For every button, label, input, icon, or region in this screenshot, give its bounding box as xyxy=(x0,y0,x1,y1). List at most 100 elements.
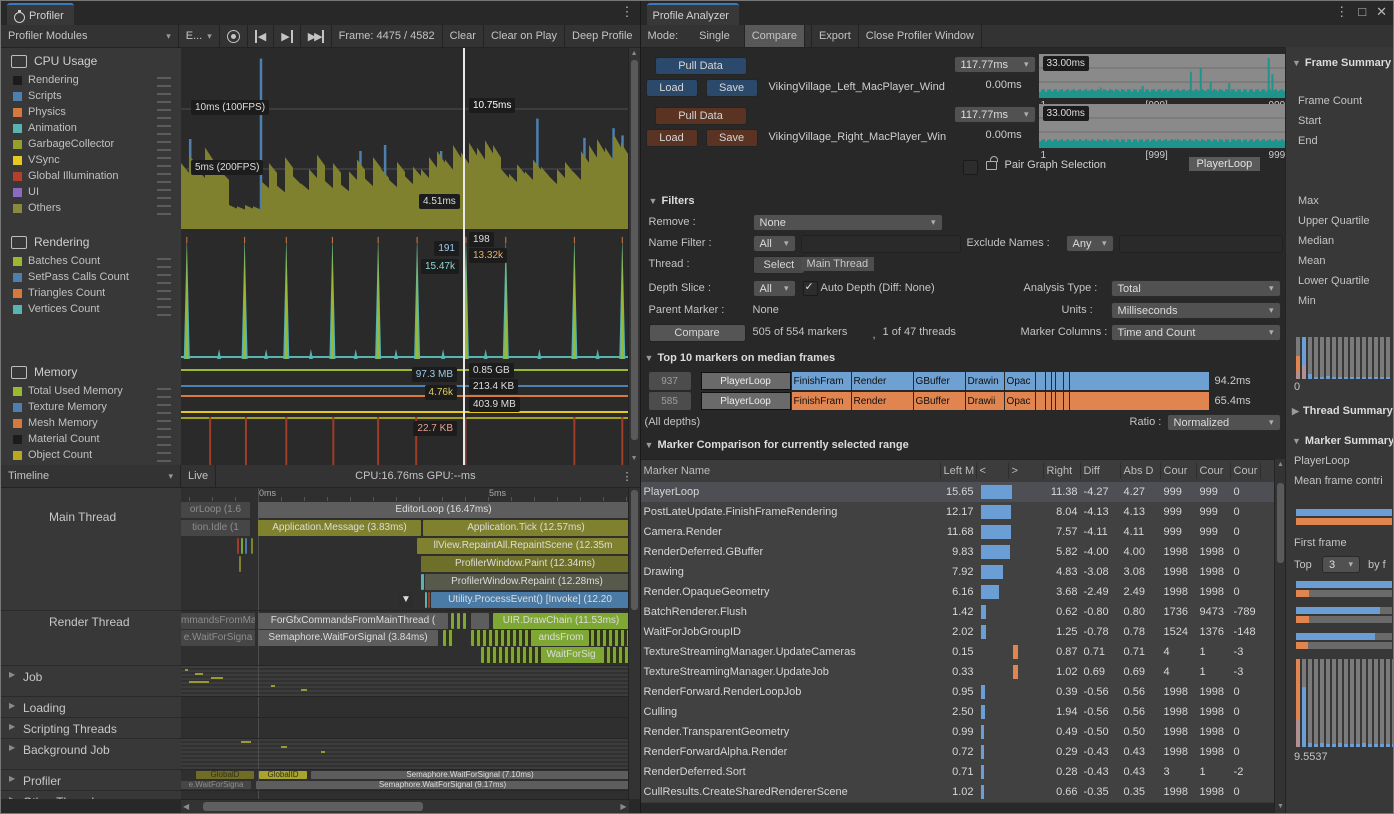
drag-handle-icon[interactable] xyxy=(157,93,171,103)
ratio-dropdown[interactable]: Normalized xyxy=(1167,414,1281,431)
name-filter-input[interactable] xyxy=(801,235,961,253)
selected-marker-chip[interactable]: PlayerLoop xyxy=(1189,157,1261,171)
frame-summary-histogram[interactable] xyxy=(1296,337,1390,379)
marker-table-row[interactable]: CullResults.CreateSharedRendererScene1.0… xyxy=(641,782,1275,803)
marker-table-row[interactable]: Culling2.501.94-0.560.56199819980 xyxy=(641,702,1275,723)
top10-segment[interactable]: Opac xyxy=(1004,392,1035,410)
drag-handle-icon[interactable] xyxy=(157,157,171,167)
marker-table-row[interactable]: PlayerLoop15.6511.38-4.274.279999990 xyxy=(641,482,1275,503)
timeline-track[interactable]: 0ms5msorLoop (1.6EditorLoop (16.47ms)tio… xyxy=(181,488,629,799)
range-dropdown[interactable]: 117.77ms xyxy=(954,106,1036,123)
thread-label-job[interactable]: Job▶ xyxy=(1,666,181,697)
column-header-8[interactable]: Cour xyxy=(1197,463,1231,478)
top10-segment[interactable] xyxy=(1055,372,1063,390)
drag-handle-icon[interactable] xyxy=(157,205,171,215)
timeline-span[interactable]: Application.Message (3.83ms) xyxy=(258,520,421,536)
compare-button[interactable]: Compare xyxy=(649,324,746,342)
timeline-span[interactable] xyxy=(245,538,247,554)
charts-scrollbar[interactable]: ▲ ▼ xyxy=(628,48,640,465)
top10-segment[interactable]: Drawii xyxy=(965,392,1004,410)
chevron-right-icon[interactable]: ▶ xyxy=(9,701,15,710)
drag-handle-icon[interactable] xyxy=(157,189,171,199)
timeline-span[interactable]: ▼ xyxy=(399,592,413,608)
marker-table-row[interactable]: BatchRenderer.Flush1.420.62-0.800.801736… xyxy=(641,602,1275,623)
timeline-span[interactable] xyxy=(471,613,489,629)
legend-item-rendering[interactable]: Rendering xyxy=(1,72,181,88)
top10-frame-index[interactable]: 585 xyxy=(649,392,691,410)
timeline-span[interactable]: ProfilerWindow.Repaint (12.28ms) xyxy=(425,574,629,590)
top10-segment[interactable] xyxy=(1055,392,1063,410)
marker-table-row[interactable]: TextureStreamingManager.UpdateJob0.331.0… xyxy=(641,662,1275,683)
thread-label-background-job[interactable]: Background Job▶ xyxy=(1,739,181,770)
module-chart-0[interactable]: 10ms (100FPS)5ms (200FPS)10.75ms4.51ms xyxy=(181,48,629,230)
marker-table-row[interactable]: Render.OpaqueGeometry6.163.68-2.492.4919… xyxy=(641,582,1275,603)
pull-data-button[interactable]: Pull Data xyxy=(655,107,747,125)
legend-item-vertices-count[interactable]: Vertices Count xyxy=(1,301,181,317)
exclude-names-input[interactable] xyxy=(1119,235,1283,253)
marker-table-scroll-thumb[interactable] xyxy=(1277,483,1284,563)
mode-compare-button[interactable]: Compare xyxy=(744,25,805,47)
top10-playerloop-chip[interactable]: PlayerLoop xyxy=(701,372,791,390)
module-chart-1[interactable]: 19115.47k19813.32k xyxy=(181,229,629,360)
module-chart-2[interactable]: 97.3 MB0.85 GB4.76k213.4 KB403.9 MB22.7 … xyxy=(181,359,629,466)
top10-segment[interactable]: GBuffer xyxy=(913,392,965,410)
top10-segment[interactable] xyxy=(1035,372,1045,390)
legend-item-mesh-memory[interactable]: Mesh Memory xyxy=(1,415,181,431)
deep-profile-button[interactable]: Deep Profile xyxy=(565,25,640,47)
column-header-2[interactable]: < xyxy=(977,463,1009,478)
timeline-span[interactable] xyxy=(451,613,454,629)
timeline-span[interactable]: andsFrom xyxy=(533,630,589,646)
legend-item-vsync[interactable]: VSync xyxy=(1,152,181,168)
range-dropdown[interactable]: 117.77ms xyxy=(954,56,1036,73)
timeline-span[interactable]: EditorLoop (16.47ms) xyxy=(258,502,629,518)
tab-profiler[interactable]: Profiler xyxy=(7,3,74,27)
timeline-span[interactable]: Semaphore.WaitForSignal (9.17ms) xyxy=(256,781,629,789)
profiler-modules-dropdown[interactable]: Profiler Modules xyxy=(1,25,179,47)
clear-on-play-button[interactable]: Clear on Play xyxy=(484,25,565,47)
top10-segment[interactable]: Render xyxy=(851,372,913,390)
load-button[interactable]: Load xyxy=(646,79,698,97)
marker-summary-histogram[interactable] xyxy=(1296,659,1393,747)
timeline-span[interactable]: llView.RepaintAll.RepaintScene (12.35m xyxy=(417,538,629,554)
mode-single-button[interactable]: Single xyxy=(685,25,744,47)
timeline-span[interactable]: tion.Idle (1 xyxy=(181,520,250,536)
chevron-right-icon[interactable]: ▶ xyxy=(9,670,15,679)
column-header-7[interactable]: Cour xyxy=(1161,463,1197,478)
legend-item-garbagecollector[interactable]: GarbageCollector xyxy=(1,136,181,152)
record-button[interactable] xyxy=(220,25,248,47)
live-button[interactable]: Live xyxy=(181,465,216,487)
timeline-span[interactable]: Semaphore.WaitForSignal (3.84ms) xyxy=(258,630,438,646)
export-button[interactable]: Export xyxy=(811,25,859,47)
maximize-icon[interactable]: □ xyxy=(1358,4,1366,20)
marker-comparison-header[interactable]: ▼Marker Comparison for currently selecte… xyxy=(645,439,909,451)
column-header-3[interactable]: > xyxy=(1009,463,1044,478)
chevron-right-icon[interactable]: ▶ xyxy=(9,774,15,783)
name-filter-mode-dropdown[interactable]: All xyxy=(753,235,796,252)
chevron-right-icon[interactable]: ▶ xyxy=(9,722,15,731)
column-header-4[interactable]: Right xyxy=(1044,463,1081,478)
marker-table-row[interactable]: WaitForJobGroupID2.021.25-0.780.78152413… xyxy=(641,622,1275,643)
marker-table-row[interactable]: RenderDeferred.GBuffer9.835.82-4.004.001… xyxy=(641,542,1275,563)
legend-item-triangles-count[interactable]: Triangles Count xyxy=(1,285,181,301)
drag-handle-icon[interactable] xyxy=(157,388,171,398)
timeline-span[interactable] xyxy=(237,538,239,554)
legend-item-object-count[interactable]: Object Count xyxy=(1,447,181,463)
marker-table-row[interactable]: Camera.Render11.687.57-4.114.119999990 xyxy=(641,522,1275,543)
marker-columns-dropdown[interactable]: Time and Count xyxy=(1111,324,1281,341)
frame-time-graph[interactable]: 33.00ms xyxy=(1039,104,1286,148)
top10-segment[interactable]: Render xyxy=(851,392,913,410)
pair-graph-checkbox[interactable] xyxy=(963,160,978,175)
timeline-span[interactable]: WaitForSig xyxy=(541,647,601,663)
timeline-span[interactable] xyxy=(251,538,253,554)
auto-depth-checkbox[interactable] xyxy=(803,281,818,296)
legend-item-global-illumination[interactable]: Global Illumination xyxy=(1,168,181,184)
timeline-span[interactable]: ProfilerWindow.Paint (12.34ms) xyxy=(421,556,629,572)
close-icon[interactable]: ✕ xyxy=(1376,4,1387,20)
legend-item-physics[interactable]: Physics xyxy=(1,104,181,120)
marker-table-row[interactable]: PostLateUpdate.FinishFrameRendering12.17… xyxy=(641,502,1275,523)
timeline-span[interactable]: Semaphore.WaitForSignal (7.10ms) xyxy=(311,771,629,779)
timeline-span[interactable] xyxy=(443,630,453,646)
timeline-span[interactable]: GlobalID xyxy=(259,771,307,779)
top10-segment[interactable]: Drawin xyxy=(965,372,1004,390)
thread-label-loading[interactable]: Loading▶ xyxy=(1,697,181,718)
